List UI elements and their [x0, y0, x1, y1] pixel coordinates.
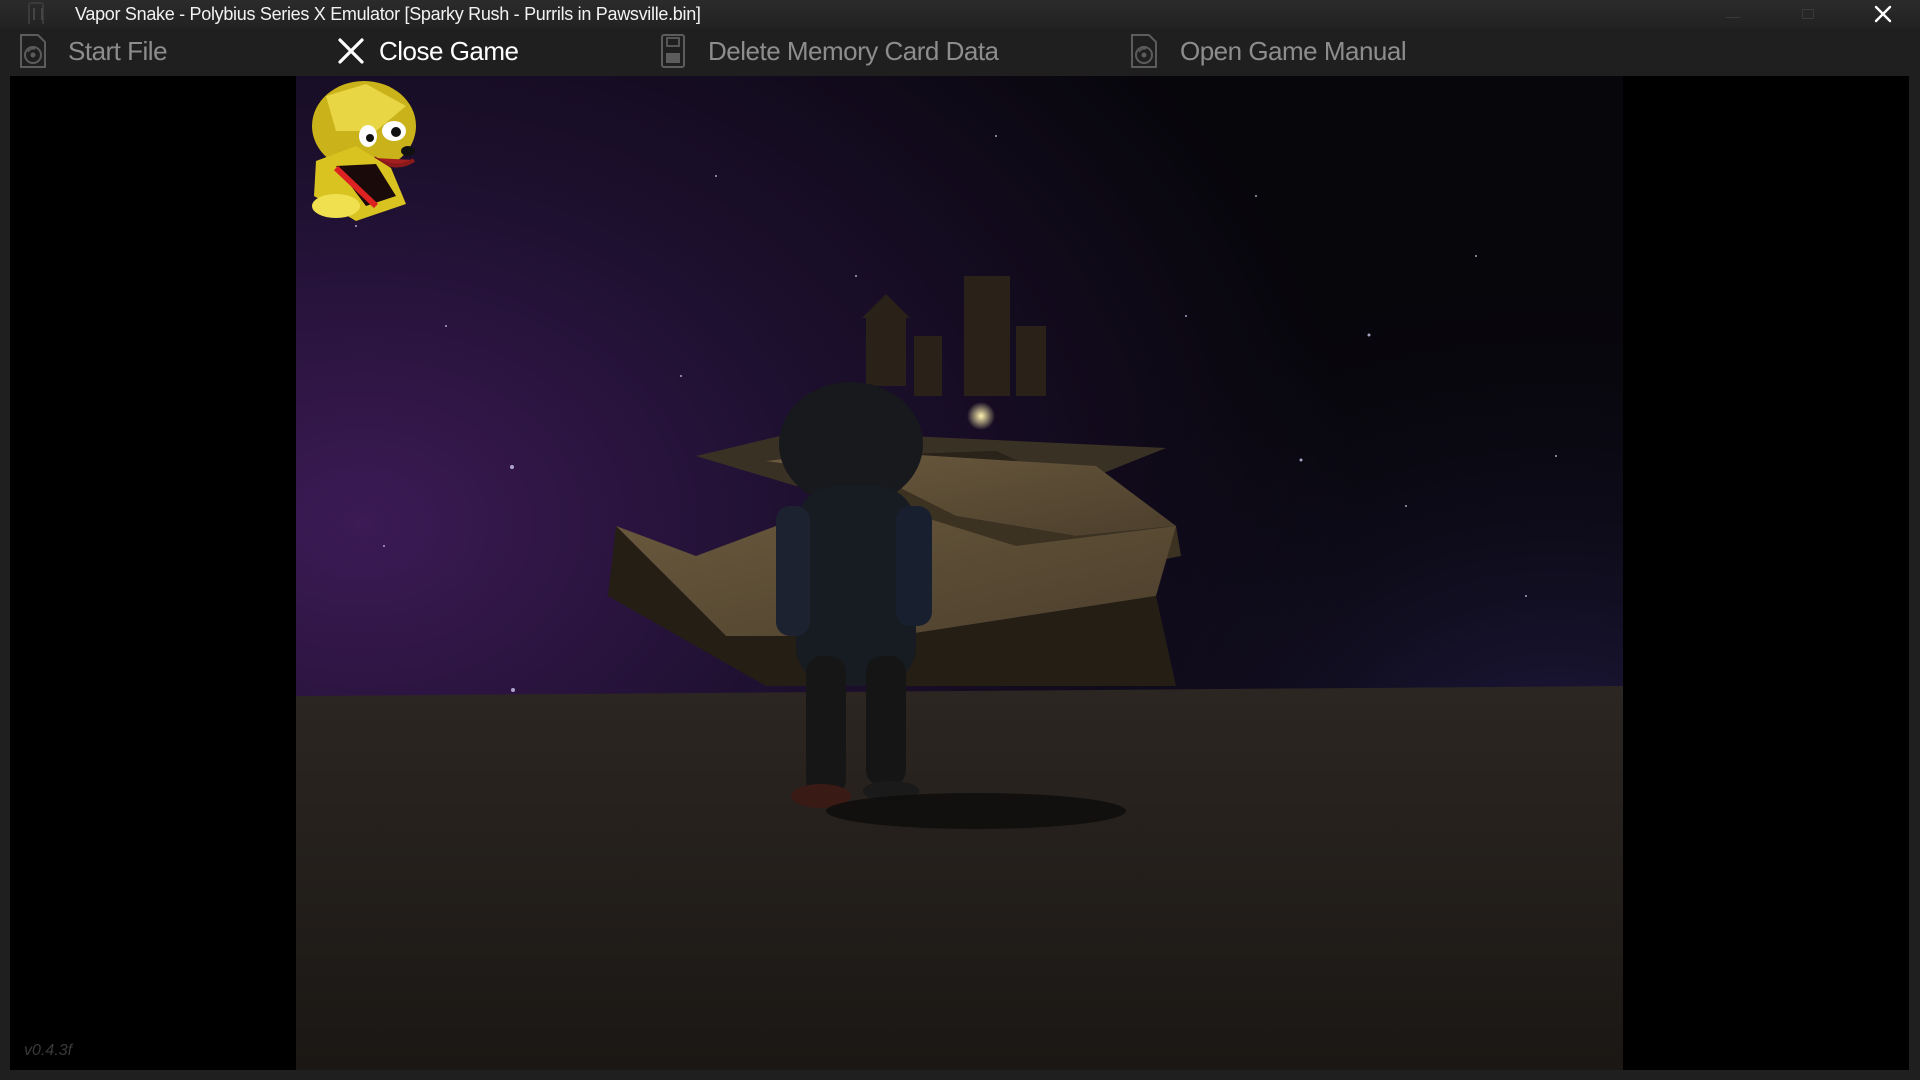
open-game-manual-button[interactable]: Open Game Manual — [1129, 28, 1407, 74]
start-file-button[interactable]: Start File — [18, 28, 168, 74]
close-icon — [337, 37, 365, 65]
app-icon — [28, 2, 44, 24]
window-title: Vapor Snake - Polybius Series X Emulator… — [75, 4, 701, 24]
toolbar: Start File Close Game Delete Memory Card… — [0, 28, 1920, 74]
manual-file-icon — [1129, 33, 1159, 69]
close-game-button[interactable]: Close Game — [337, 28, 519, 74]
memory-card-icon — [660, 33, 686, 69]
close-window-button[interactable] — [1860, 0, 1905, 28]
minimize-icon — [1726, 16, 1740, 18]
minimize-button[interactable] — [1710, 0, 1756, 28]
maximize-button[interactable] — [1785, 0, 1831, 28]
open-game-manual-label: Open Game Manual — [1180, 35, 1407, 66]
start-file-label: Start File — [68, 35, 168, 66]
title-bar[interactable]: Vapor Snake - Polybius Series X Emulator… — [0, 0, 1920, 28]
maximize-icon — [1802, 9, 1814, 19]
game-scene — [296, 76, 1623, 1070]
close-icon — [1874, 5, 1891, 23]
version-label: v0.4.3f — [24, 1042, 73, 1059]
disc-file-icon — [18, 33, 48, 69]
delete-memory-card-button[interactable]: Delete Memory Card Data — [660, 28, 999, 74]
game-screen[interactable] — [296, 76, 1623, 1070]
emulator-window: Vapor Snake - Polybius Series X Emulator… — [0, 0, 1920, 1080]
close-game-label: Close Game — [379, 35, 519, 66]
delete-memory-card-label: Delete Memory Card Data — [708, 35, 999, 66]
dog-portrait-icon — [312, 81, 416, 221]
emulator-display: v0.4.3f — [10, 76, 1909, 1070]
